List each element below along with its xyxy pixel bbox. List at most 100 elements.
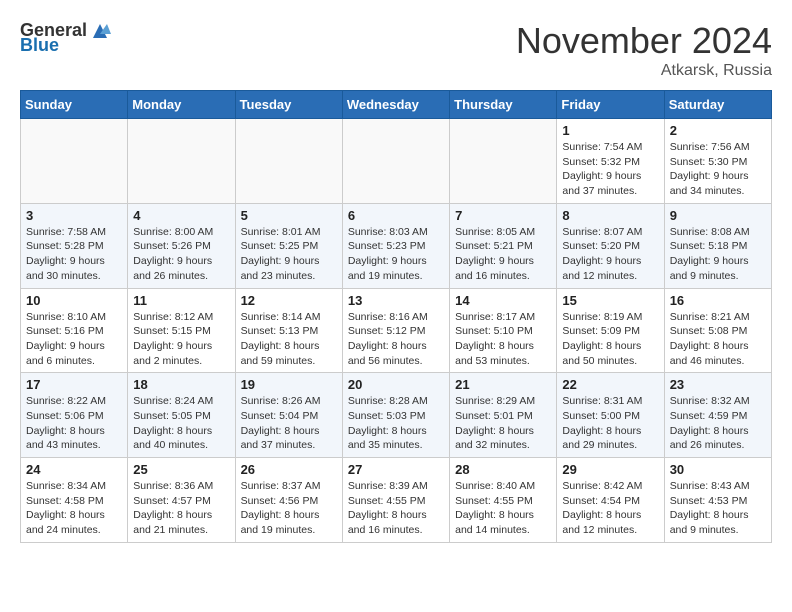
day-number: 30 [670, 462, 766, 477]
calendar-cell: 19Sunrise: 8:26 AMSunset: 5:04 PMDayligh… [235, 373, 342, 458]
logo: General Blue [20, 20, 111, 54]
title-area: November 2024 Atkarsk, Russia [516, 20, 772, 80]
day-info: Sunrise: 8:05 AMSunset: 5:21 PMDaylight:… [455, 225, 551, 284]
weekday-header: Sunday [21, 91, 128, 119]
day-number: 10 [26, 293, 122, 308]
calendar-cell: 28Sunrise: 8:40 AMSunset: 4:55 PMDayligh… [450, 458, 557, 543]
day-number: 1 [562, 123, 658, 138]
calendar-cell: 6 Sunrise: 8:03 AMSunset: 5:23 PMDaylight… [342, 203, 449, 288]
weekday-header: Friday [557, 91, 664, 119]
calendar-cell: 3Sunrise: 7:58 AMSunset: 5:28 PMDaylight… [21, 203, 128, 288]
day-number: 19 [241, 377, 337, 392]
calendar-cell: 13 Sunrise: 8:16 AMSunset: 5:12 PMDayligh… [342, 288, 449, 373]
calendar-week-row: 24Sunrise: 8:34 AMSunset: 4:58 PMDayligh… [21, 458, 772, 543]
day-number: 21 [455, 377, 551, 392]
day-info: Sunrise: 8:31 AMSunset: 5:00 PMDaylight:… [562, 394, 658, 453]
calendar-cell: 30Sunrise: 8:43 AMSunset: 4:53 PMDayligh… [664, 458, 771, 543]
weekday-header: Wednesday [342, 91, 449, 119]
day-number: 13 [348, 293, 444, 308]
weekday-header: Saturday [664, 91, 771, 119]
calendar-cell: 25 Sunrise: 8:36 AMSunset: 4:57 PMDayligh… [128, 458, 235, 543]
calendar-cell: 12 Sunrise: 8:14 AMSunset: 5:13 PMDayligh… [235, 288, 342, 373]
calendar-week-row: 17Sunrise: 8:22 AMSunset: 5:06 PMDayligh… [21, 373, 772, 458]
calendar-cell: 22Sunrise: 8:31 AMSunset: 5:00 PMDayligh… [557, 373, 664, 458]
day-info: Sunrise: 8:32 AMSunset: 4:59 PMDaylight:… [670, 394, 766, 453]
day-info: Sunrise: 8:00 AMSunset: 5:26 PMDaylight:… [133, 225, 229, 284]
calendar-cell [235, 119, 342, 204]
day-number: 2 [670, 123, 766, 138]
day-info: Sunrise: 8:34 AMSunset: 4:58 PMDaylight:… [26, 479, 122, 538]
day-number: 14 [455, 293, 551, 308]
day-number: 20 [348, 377, 444, 392]
day-number: 5 [241, 208, 337, 223]
day-number: 6 [348, 208, 444, 223]
day-info: Sunrise: 8:14 AMSunset: 5:13 PMDaylight:… [241, 310, 337, 369]
calendar-cell: 17Sunrise: 8:22 AMSunset: 5:06 PMDayligh… [21, 373, 128, 458]
day-number: 9 [670, 208, 766, 223]
day-info: Sunrise: 8:36 AMSunset: 4:57 PMDaylight:… [133, 479, 229, 538]
day-info: Sunrise: 8:19 AMSunset: 5:09 PMDaylight:… [562, 310, 658, 369]
calendar-cell: 15 Sunrise: 8:19 AMSunset: 5:09 PMDayligh… [557, 288, 664, 373]
day-info: Sunrise: 8:03 AMSunset: 5:23 PMDaylight:… [348, 225, 444, 284]
calendar-cell: 7 Sunrise: 8:05 AMSunset: 5:21 PMDaylight… [450, 203, 557, 288]
day-number: 8 [562, 208, 658, 223]
calendar-cell: 21 Sunrise: 8:29 AMSunset: 5:01 PMDayligh… [450, 373, 557, 458]
calendar-cell [450, 119, 557, 204]
calendar-cell: 1 Sunrise: 7:54 AMSunset: 5:32 PMDaylight… [557, 119, 664, 204]
day-info: Sunrise: 8:08 AMSunset: 5:18 PMDaylight:… [670, 225, 766, 284]
day-number: 3 [26, 208, 122, 223]
day-number: 15 [562, 293, 658, 308]
weekday-header: Tuesday [235, 91, 342, 119]
day-number: 11 [133, 293, 229, 308]
day-info: Sunrise: 8:24 AMSunset: 5:05 PMDaylight:… [133, 394, 229, 453]
day-info: Sunrise: 8:17 AMSunset: 5:10 PMDaylight:… [455, 310, 551, 369]
calendar-cell: 29 Sunrise: 8:42 AMSunset: 4:54 PMDayligh… [557, 458, 664, 543]
day-number: 12 [241, 293, 337, 308]
calendar-week-row: 10 Sunrise: 8:10 AMSunset: 5:16 PMDayligh… [21, 288, 772, 373]
calendar-cell: 23Sunrise: 8:32 AMSunset: 4:59 PMDayligh… [664, 373, 771, 458]
calendar-cell: 14 Sunrise: 8:17 AMSunset: 5:10 PMDayligh… [450, 288, 557, 373]
day-info: Sunrise: 8:10 AMSunset: 5:16 PMDaylight:… [26, 310, 122, 369]
calendar-cell: 10 Sunrise: 8:10 AMSunset: 5:16 PMDayligh… [21, 288, 128, 373]
day-info: Sunrise: 8:42 AMSunset: 4:54 PMDaylight:… [562, 479, 658, 538]
calendar-cell: 16 Sunrise: 8:21 AMSunset: 5:08 PMDayligh… [664, 288, 771, 373]
calendar-cell: 20 Sunrise: 8:28 AMSunset: 5:03 PMDayligh… [342, 373, 449, 458]
day-number: 27 [348, 462, 444, 477]
month-title: November 2024 [516, 20, 772, 62]
day-number: 16 [670, 293, 766, 308]
day-number: 25 [133, 462, 229, 477]
calendar-cell: 24Sunrise: 8:34 AMSunset: 4:58 PMDayligh… [21, 458, 128, 543]
logo-blue-text: Blue [20, 36, 59, 54]
weekday-header: Thursday [450, 91, 557, 119]
calendar-cell: 9 Sunrise: 8:08 AMSunset: 5:18 PMDaylight… [664, 203, 771, 288]
logo-icon [89, 20, 111, 40]
calendar-cell: 18 Sunrise: 8:24 AMSunset: 5:05 PMDayligh… [128, 373, 235, 458]
day-info: Sunrise: 8:12 AMSunset: 5:15 PMDaylight:… [133, 310, 229, 369]
day-info: Sunrise: 8:21 AMSunset: 5:08 PMDaylight:… [670, 310, 766, 369]
day-info: Sunrise: 8:29 AMSunset: 5:01 PMDaylight:… [455, 394, 551, 453]
calendar-cell: 27 Sunrise: 8:39 AMSunset: 4:55 PMDayligh… [342, 458, 449, 543]
day-info: Sunrise: 8:07 AMSunset: 5:20 PMDaylight:… [562, 225, 658, 284]
calendar-cell [128, 119, 235, 204]
day-number: 18 [133, 377, 229, 392]
day-info: Sunrise: 7:54 AMSunset: 5:32 PMDaylight:… [562, 140, 658, 199]
day-number: 7 [455, 208, 551, 223]
calendar-cell: 8 Sunrise: 8:07 AMSunset: 5:20 PMDaylight… [557, 203, 664, 288]
day-number: 28 [455, 462, 551, 477]
calendar-cell: 5 Sunrise: 8:01 AMSunset: 5:25 PMDaylight… [235, 203, 342, 288]
day-info: Sunrise: 8:16 AMSunset: 5:12 PMDaylight:… [348, 310, 444, 369]
calendar-cell: 4 Sunrise: 8:00 AMSunset: 5:26 PMDaylight… [128, 203, 235, 288]
calendar-week-row: 1 Sunrise: 7:54 AMSunset: 5:32 PMDaylight… [21, 119, 772, 204]
calendar-cell: 11 Sunrise: 8:12 AMSunset: 5:15 PMDayligh… [128, 288, 235, 373]
day-info: Sunrise: 8:28 AMSunset: 5:03 PMDaylight:… [348, 394, 444, 453]
day-number: 29 [562, 462, 658, 477]
calendar-cell [21, 119, 128, 204]
weekday-header: Monday [128, 91, 235, 119]
day-info: Sunrise: 8:01 AMSunset: 5:25 PMDaylight:… [241, 225, 337, 284]
calendar-week-row: 3Sunrise: 7:58 AMSunset: 5:28 PMDaylight… [21, 203, 772, 288]
day-number: 17 [26, 377, 122, 392]
calendar-table: SundayMondayTuesdayWednesdayThursdayFrid… [20, 90, 772, 543]
day-info: Sunrise: 8:39 AMSunset: 4:55 PMDaylight:… [348, 479, 444, 538]
day-number: 4 [133, 208, 229, 223]
day-info: Sunrise: 8:37 AMSunset: 4:56 PMDaylight:… [241, 479, 337, 538]
